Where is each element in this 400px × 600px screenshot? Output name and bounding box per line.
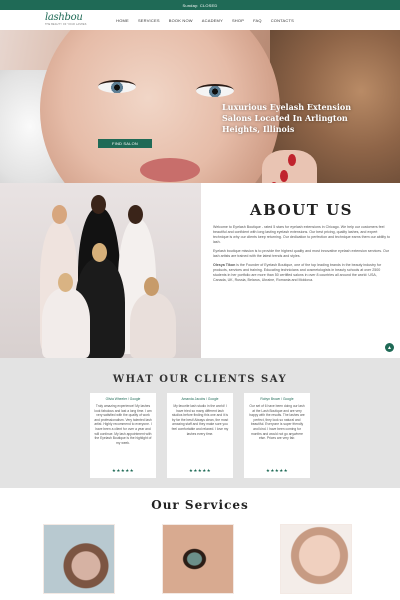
brand-name: lashbou	[45, 12, 83, 24]
hero-nail	[288, 154, 296, 166]
about-section: ABOUT US Welcome to Eyelash Boutique - r…	[0, 183, 400, 358]
star-rating: ★★★★★	[265, 468, 289, 473]
hero-nail	[280, 170, 288, 182]
brand-tagline: THE BEAUTY OF YOUR LASHES	[45, 23, 87, 27]
service-image-lash-extensions[interactable]	[43, 524, 115, 594]
team-head	[128, 205, 143, 224]
service-image-brow-treatment[interactable]	[280, 524, 352, 594]
reviewer-name: Amanda Jacobs / Google	[181, 397, 219, 401]
about-title: ABOUT US	[249, 201, 354, 219]
review-text: Truly amazing experience! My lashes look…	[94, 404, 152, 445]
testimonial-card: Olivia Wheeler / Google Truly amazing ex…	[90, 393, 156, 478]
services-title: Our Services	[151, 498, 249, 512]
chevron-up-icon[interactable]: ▲	[385, 343, 394, 352]
review-text: Our set of 6 have been doing our lash at…	[249, 404, 305, 441]
site-header: lashbou THE BEAUTY OF YOUR LASHES HOME S…	[0, 10, 400, 30]
team-head	[58, 273, 73, 292]
team-member	[42, 288, 90, 358]
hero-banner: Luxurious Eyelash Extension Salons Locat…	[0, 30, 400, 183]
testimonials-title: WHAT OUR CLIENTS SAY	[112, 374, 288, 385]
services-section: Our Services	[0, 488, 400, 600]
find-salon-button[interactable]: FIND SALON	[98, 139, 152, 148]
nav-faq[interactable]: FAQ	[253, 18, 262, 23]
founder-name: Olesya Tikon	[213, 263, 236, 267]
star-rating: ★★★★★	[111, 468, 135, 473]
announcement-bar: Sunday: CLOSED	[0, 0, 400, 10]
about-paragraph: Welcome to Eyelash Boutique - rated 5 st…	[213, 225, 390, 244]
hero-left-eye	[98, 80, 136, 93]
about-paragraph: Eyelash boutique mission is to provide t…	[213, 249, 389, 258]
nav-book-now[interactable]: BOOK NOW	[169, 18, 193, 23]
team-photo	[0, 183, 201, 358]
hero-headline: Luxurious Eyelash Extension Salons Locat…	[222, 102, 352, 134]
nav-contacts[interactable]: CONTACTS	[271, 18, 294, 23]
nav-services[interactable]: SERVICES	[138, 18, 160, 23]
team-head	[144, 277, 159, 296]
nav-home[interactable]: HOME	[116, 18, 129, 23]
brand-logo[interactable]: lashbou THE BEAUTY OF YOUR LASHES	[45, 13, 87, 26]
about-content: ABOUT US Welcome to Eyelash Boutique - r…	[201, 183, 400, 358]
testimonials-section: WHAT OUR CLIENTS SAY Olivia Wheeler / Go…	[0, 358, 400, 488]
service-image-lash-closeup[interactable]	[161, 524, 234, 594]
about-paragraph: Olesya Tikon is the Founder of Eyelash B…	[213, 263, 390, 283]
review-text: My favorite lash studio in the world! I …	[171, 404, 229, 436]
founder-text: is the Founder of Eyelash Boutique, one …	[213, 263, 382, 282]
testimonial-card: Amanda Jacobs / Google My favorite lash …	[167, 393, 233, 478]
team-member	[130, 293, 176, 358]
team-head	[91, 195, 106, 214]
reviewer-name: Olivia Wheeler / Google	[105, 397, 141, 401]
testimonial-list: Olivia Wheeler / Google Truly amazing ex…	[0, 393, 400, 478]
services-list	[0, 524, 400, 594]
testimonial-card: Robyn Brown / Google Our set of 6 have b…	[244, 393, 310, 478]
reviewer-name: Robyn Brown / Google	[260, 397, 294, 401]
team-head	[92, 243, 107, 262]
team-head	[52, 205, 67, 224]
hero-right-eye	[196, 84, 234, 97]
main-nav: HOME SERVICES BOOK NOW ACADEMY SHOP FAQ …	[116, 18, 294, 23]
announcement-text: Sunday: CLOSED	[182, 2, 218, 8]
star-rating: ★★★★★	[188, 468, 212, 473]
nav-shop[interactable]: SHOP	[232, 18, 244, 23]
nav-academy[interactable]: ACADEMY	[202, 18, 223, 23]
hero-lips	[140, 158, 200, 182]
